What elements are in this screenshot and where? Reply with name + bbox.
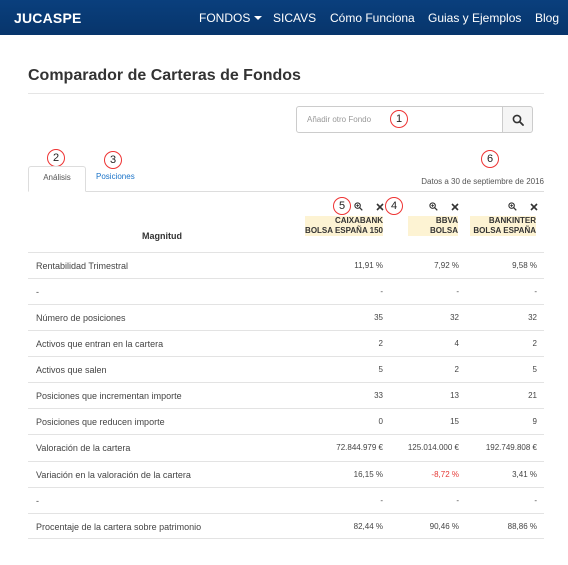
table-row: Variación en la valoración de la cartera… [28,461,544,487]
nav-fondos-label: FONDOS [199,11,251,25]
divider [28,93,544,94]
caret-down-icon [254,16,263,20]
search-icon [512,114,524,126]
table-row: Número de posiciones 35 32 32 [28,304,544,330]
table-row: Posiciones que reducen importe 0 15 9 [28,408,544,434]
nav-fondos[interactable]: FONDOS [199,11,263,25]
zoom-in-icon[interactable] [429,202,438,213]
cell-value: 21 [528,391,537,400]
row-label: Procentaje de la cartera sobre patrimoni… [36,522,202,532]
row-label: Posiciones que incrementan importe [36,391,182,401]
table-row: Posiciones que incrementan importe 33 13 21 [28,382,544,408]
tab-posiciones[interactable]: Posiciones [96,172,135,181]
cell-value: 88,86 % [507,522,537,531]
row-label: Activos que entran en la cartera [36,339,164,349]
row-label: Rentabilidad Trimestral [36,261,129,271]
cell-value: 32 [528,313,537,322]
search-button[interactable] [502,106,533,133]
cell-value: 9,58 % [512,261,537,270]
brand-logo[interactable]: JUCASPE [14,10,82,26]
table-row: Valoración de la cartera 72.844.979 €125.… [28,434,544,460]
fund-header-2[interactable]: BBVA BOLSA [408,216,458,236]
cell-value: 192.749.808 € [485,443,537,452]
nav-guias-ejemplos[interactable]: Guias y Ejemplos [428,11,521,25]
fund-1-actions [354,202,384,213]
navbar: JUCASPE FONDOS SICAVS Cómo Funciona Guia… [0,0,568,35]
annotation-badge-4: 4 [385,197,403,215]
annotation-badge-1: 1 [390,110,408,128]
annotation-badge-2: 2 [47,149,65,167]
row-label: - [36,287,39,297]
tab-bar [28,191,544,192]
close-icon[interactable] [450,203,459,213]
zoom-in-icon[interactable] [508,202,517,213]
fund-header-3[interactable]: BANKINTER BOLSA ESPAÑA [470,216,536,236]
zoom-in-icon[interactable] [354,202,363,213]
cell-value: 9 [532,417,537,426]
annotation-badge-6: 6 [481,150,499,168]
row-label: Número de posiciones [36,313,126,323]
cell-value: 3,41 % [512,470,537,479]
row-label: Posiciones que reducen importe [36,417,165,427]
fund-header-1[interactable]: CAIXABANK BOLSA ESPAÑA 150 [305,216,383,236]
data-date-label: Datos a 30 de septiembre de 2016 [421,177,544,186]
table-row: Activos que salen 5 2 5 [28,356,544,382]
nav-como-funciona[interactable]: Cómo Funciona [330,11,415,25]
column-header-magnitud: Magnitud [142,231,182,241]
nav-sicavs[interactable]: SICAVS [273,11,316,25]
cell-value: - [534,287,537,296]
annotation-badge-5: 5 [333,197,351,215]
row-label: Activos que salen [36,365,107,375]
close-icon[interactable] [375,203,384,213]
fund-2-actions [429,202,459,213]
nav-blog[interactable]: Blog [535,11,559,25]
cell-value: 5 [532,365,537,374]
cell-value: - [534,496,537,505]
annotation-badge-3: 3 [104,151,122,169]
fund-3-actions [508,202,538,213]
page-title: Comparador de Carteras de Fondos [28,67,301,84]
table-row: Rentabilidad Trimestral 11,91 % 7,92 % 9,58… [28,252,544,278]
table-row: Activos que entran en la cartera 2 4 2 [28,330,544,356]
row-label: Variación en la valoración de la cartera [36,470,191,480]
tab-analisis[interactable]: Análisis [28,166,86,192]
cell-value: 2 [532,339,537,348]
row-label: - [36,496,39,506]
close-icon[interactable] [529,203,538,213]
row-label: Valoración de la cartera [36,443,131,453]
table-row: ---- [28,278,544,304]
table-row: ---- [28,487,544,513]
table-row: Procentaje de la cartera sobre patrimoni… [28,513,544,539]
